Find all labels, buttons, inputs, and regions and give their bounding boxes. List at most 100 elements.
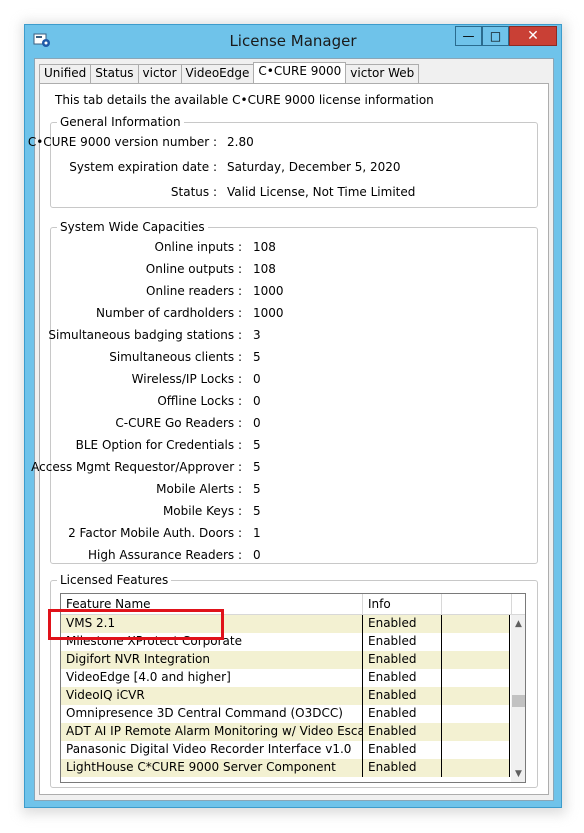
capacity-value: 5 — [253, 438, 261, 452]
capacity-row: 2 Factor Mobile Auth. Doors : 1 — [51, 526, 537, 544]
capacity-label: BLE Option for Credentials : — [75, 438, 242, 452]
feature-row[interactable]: VideoIQ iCVR Enabled — [61, 687, 510, 705]
tab-strip: Unified Status victor VideoEdge C•CURE 9… — [39, 62, 420, 83]
capacity-row: High Assurance Readers : 0 — [51, 548, 537, 566]
feature-row[interactable]: Omnipresence 3D Central Command (O3DCC) … — [61, 705, 510, 723]
capacity-value: 108 — [253, 240, 276, 254]
capacity-label: High Assurance Readers : — [88, 548, 242, 562]
version-value: 2.80 — [227, 135, 254, 149]
client-area: Unified Status victor VideoEdge C•CURE 9… — [28, 58, 554, 801]
feature-name-cell[interactable]: LightHouse C*CURE 9000 Server Component — [61, 759, 363, 777]
feature-extra-cell[interactable] — [442, 741, 510, 759]
licensed-features-legend: Licensed Features — [57, 573, 172, 587]
feature-name-cell[interactable]: Panasonic Digital Video Recorder Interfa… — [61, 741, 363, 759]
feature-row[interactable]: Milestone XProtect Corporate Enabled — [61, 633, 510, 651]
feature-info-cell[interactable]: Enabled — [363, 759, 442, 777]
capacity-value: 0 — [253, 394, 261, 408]
capacity-label: Access Mgmt Requestor/Approver : — [31, 460, 242, 474]
tab-victor[interactable]: victor — [137, 64, 182, 83]
general-information-legend: General Information — [57, 115, 184, 129]
feature-info-cell[interactable]: Enabled — [363, 741, 442, 759]
general-information-group: General Information C•CURE 9000 version … — [28, 115, 538, 208]
capacity-row: BLE Option for Credentials : 5 — [51, 438, 537, 456]
minimize-button[interactable]: — — [455, 26, 482, 46]
capacity-row: Online readers : 1000 — [51, 284, 537, 302]
feature-name-cell[interactable]: VMS 2.1 — [61, 615, 363, 633]
tab-ccure-9000[interactable]: C•CURE 9000 — [253, 62, 347, 83]
feature-row[interactable]: Panasonic Digital Video Recorder Interfa… — [61, 741, 510, 759]
capacity-value: 1000 — [253, 284, 284, 298]
system-wide-capacities-group: System Wide Capacities Online inputs : 10… — [31, 220, 538, 566]
capacity-row: Mobile Alerts : 5 — [51, 482, 537, 500]
feature-name-cell[interactable]: ADT AI IP Remote Alarm Monitoring w/ Vid… — [61, 723, 363, 741]
vertical-scrollbar[interactable]: ▲ ▼ — [511, 615, 525, 782]
licensed-features-group: Licensed Features Feature Name Info VMS … — [50, 573, 538, 788]
capacity-label: Online outputs : — [145, 262, 242, 276]
feature-row[interactable]: VideoEdge [4.0 and higher] Enabled — [61, 669, 510, 687]
tab-videoedge[interactable]: VideoEdge — [180, 64, 255, 83]
maximize-button[interactable]: □ — [482, 26, 509, 46]
capacity-value: 3 — [253, 328, 261, 342]
capacity-label: Mobile Alerts : — [156, 482, 242, 496]
feature-name-cell[interactable]: Milestone XProtect Corporate — [61, 633, 363, 651]
tab-victor-web[interactable]: victor Web — [345, 64, 420, 83]
status-label: Status : — [170, 185, 217, 199]
feature-extra-cell[interactable] — [442, 705, 510, 723]
column-header-info[interactable]: Info — [363, 594, 442, 615]
capacity-label: Simultaneous clients : — [109, 350, 242, 364]
feature-name-cell[interactable]: Digifort NVR Integration — [61, 651, 363, 669]
feature-extra-cell[interactable] — [442, 687, 510, 705]
feature-extra-cell[interactable] — [442, 651, 510, 669]
capacity-value: 0 — [253, 372, 261, 386]
feature-info-cell[interactable]: Enabled — [363, 705, 442, 723]
feature-row[interactable]: LightHouse C*CURE 9000 Server Component … — [61, 759, 510, 777]
feature-info-cell[interactable]: Enabled — [363, 615, 442, 633]
status-row: Status : Valid License, Not Time Limited — [51, 185, 537, 203]
feature-name-cell[interactable]: VideoEdge [4.0 and higher] — [61, 669, 363, 687]
version-label: C•CURE 9000 version number : — [27, 135, 217, 149]
capacity-row: Wireless/IP Locks : 0 — [51, 372, 537, 390]
capacity-value: 5 — [253, 504, 261, 518]
capacity-value: 0 — [253, 548, 261, 562]
tab-unified[interactable]: Unified — [39, 64, 92, 83]
tab-status[interactable]: Status — [90, 64, 139, 83]
capacity-value: 5 — [253, 460, 261, 474]
capacity-value: 1000 — [253, 306, 284, 320]
features-grid: Feature Name Info VMS 2.1 Enabled Milest… — [60, 593, 526, 783]
feature-extra-cell[interactable] — [442, 669, 510, 687]
feature-row[interactable]: VMS 2.1 Enabled — [61, 615, 510, 633]
capacity-label: Simultaneous badging stations : — [48, 328, 242, 342]
scroll-down-arrow-icon[interactable]: ▼ — [511, 767, 525, 782]
capacity-row: Access Mgmt Requestor/Approver : 5 — [31, 460, 537, 478]
feature-extra-cell[interactable] — [442, 615, 510, 633]
feature-info-cell[interactable]: Enabled — [363, 651, 442, 669]
title-bar[interactable]: License Manager — □ ✕ — [25, 25, 561, 55]
intro-text: This tab details the available C•CURE 90… — [55, 93, 434, 107]
feature-info-cell[interactable]: Enabled — [363, 633, 442, 651]
capacity-label: 2 Factor Mobile Auth. Doors : — [68, 526, 242, 540]
tab-page-ccure: This tab details the available C•CURE 90… — [28, 83, 549, 795]
capacity-label: Online inputs : — [154, 240, 243, 254]
feature-info-cell[interactable]: Enabled — [363, 669, 442, 687]
capacity-row: Number of cardholders : 1000 — [51, 306, 537, 324]
feature-extra-cell[interactable] — [442, 633, 510, 651]
capacity-label: C-CURE Go Readers : — [115, 416, 242, 430]
feature-row[interactable]: ADT AI IP Remote Alarm Monitoring w/ Vid… — [61, 723, 510, 741]
feature-name-cell[interactable]: Omnipresence 3D Central Command (O3DCC) — [61, 705, 363, 723]
capacity-row: Mobile Keys : 5 — [51, 504, 537, 522]
column-header-feature-name[interactable]: Feature Name — [61, 594, 363, 615]
scroll-thumb[interactable] — [512, 695, 525, 707]
scroll-up-arrow-icon[interactable]: ▲ — [511, 617, 525, 632]
feature-info-cell[interactable]: Enabled — [363, 687, 442, 705]
feature-name-cell[interactable]: VideoIQ iCVR — [61, 687, 363, 705]
close-button[interactable]: ✕ — [509, 26, 557, 46]
capacity-label: Offline Locks : — [157, 394, 242, 408]
capacities-legend: System Wide Capacities — [57, 220, 208, 234]
capacity-label: Wireless/IP Locks : — [131, 372, 242, 386]
feature-row[interactable]: Digifort NVR Integration Enabled — [61, 651, 510, 669]
feature-info-cell[interactable]: Enabled — [363, 723, 442, 741]
feature-extra-cell[interactable] — [442, 759, 510, 777]
feature-extra-cell[interactable] — [442, 723, 510, 741]
status-value: Valid License, Not Time Limited — [227, 185, 416, 199]
capacity-row: Simultaneous clients : 5 — [51, 350, 537, 368]
